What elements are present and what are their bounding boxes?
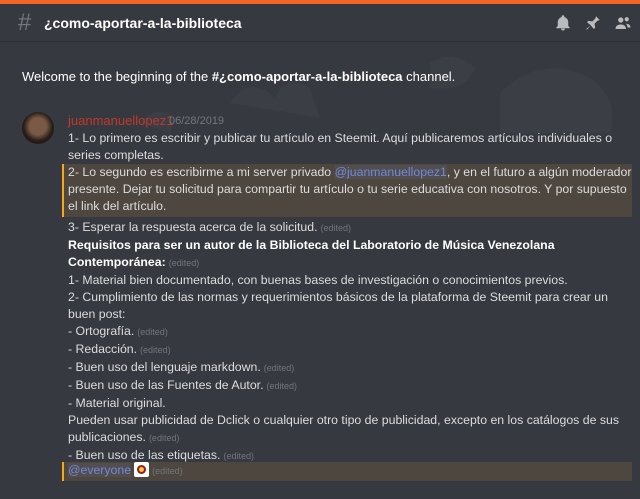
welcome-message: Welcome to the beginning of the #¿como-a… [22, 69, 456, 84]
requirements-title: Requisitos para ser un autor de la Bibli… [68, 238, 555, 269]
everyone-mention[interactable]: @everyone [68, 463, 132, 477]
notification-bell-icon[interactable] [554, 14, 572, 32]
message-line-1: 1- Lo primero es escribir y publicar tu … [68, 131, 613, 162]
pin-icon[interactable] [584, 14, 602, 32]
message-author[interactable]: juanmanuellopez1 [68, 113, 174, 128]
channel-hash-icon: # [18, 8, 32, 36]
edited-tag: (edited) [320, 223, 351, 233]
everyone-mention-line: @everyone (edited) [62, 462, 632, 481]
member-list-icon[interactable] [614, 14, 632, 32]
user-mention[interactable]: @juanmanuellopez1 [334, 165, 447, 179]
message-mention-highlight: 2- Lo segundo es escribirme a mi server … [62, 164, 632, 217]
edited-tag: (edited) [168, 258, 200, 268]
channel-header: # ¿como-aportar-a-la-biblioteca [0, 4, 640, 42]
message-timestamp: 06/28/2019 [169, 115, 225, 127]
avatar[interactable] [22, 112, 54, 144]
message-body: 3- Esperar la respuesta acerca de la sol… [68, 220, 619, 462]
header-toolbar [554, 4, 632, 42]
emoji-icon [134, 462, 150, 477]
welcome-channel-name: #¿como-aportar-a-la-biblioteca [211, 69, 403, 84]
channel-title: ¿como-aportar-a-la-biblioteca [44, 14, 242, 31]
